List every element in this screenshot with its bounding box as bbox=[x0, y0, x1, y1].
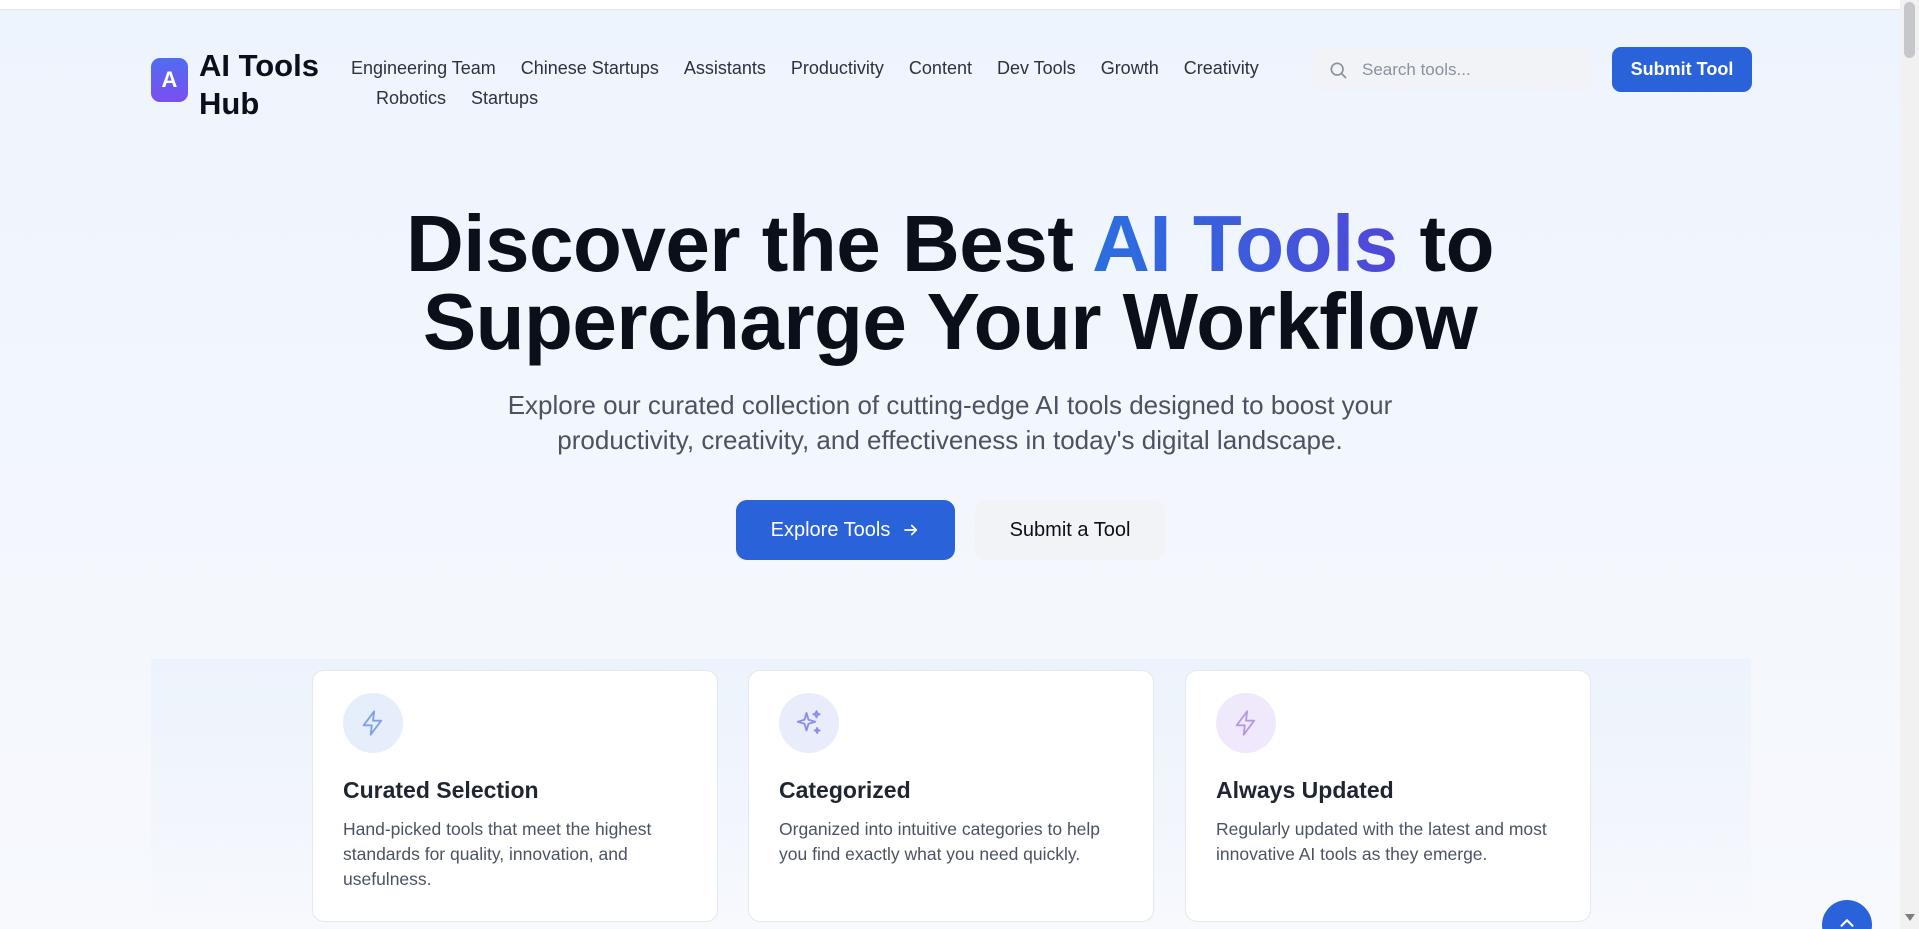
nav-link-chinese-startups[interactable]: Chinese Startups bbox=[521, 58, 659, 79]
nav-link-creativity[interactable]: Creativity bbox=[1184, 58, 1259, 79]
logo-text: AI Tools Hub bbox=[199, 48, 319, 121]
nav-link-dev-tools[interactable]: Dev Tools bbox=[997, 58, 1076, 79]
submit-a-tool-button[interactable]: Submit a Tool bbox=[975, 500, 1165, 560]
search-box[interactable] bbox=[1313, 48, 1591, 91]
arrow-right-icon bbox=[904, 524, 918, 536]
hero-title: Discover the Best AI Tools to Supercharg… bbox=[0, 204, 1900, 362]
nav-link-engineering-team[interactable]: Engineering Team bbox=[351, 58, 496, 79]
search-input[interactable] bbox=[1362, 59, 1582, 80]
feature-card-updated: Always Updated Regularly updated with th… bbox=[1185, 670, 1591, 922]
feature-text: Organized into intuitive categories to h… bbox=[779, 819, 1101, 864]
feature-title: Curated Selection bbox=[343, 777, 539, 803]
main-nav: Engineering Team Chinese Startups Assist… bbox=[351, 53, 1311, 113]
nav-link-productivity[interactable]: Productivity bbox=[791, 58, 884, 79]
logo-badge-icon: A bbox=[151, 58, 188, 102]
feature-title: Categorized bbox=[779, 777, 911, 803]
browser-top-edge bbox=[0, 0, 1900, 10]
scroll-down-arrow-icon[interactable] bbox=[1905, 914, 1915, 921]
submit-tool-button[interactable]: Submit Tool bbox=[1612, 47, 1752, 92]
nav-link-startups[interactable]: Startups bbox=[471, 88, 538, 109]
explore-tools-label: Explore Tools bbox=[770, 518, 891, 541]
nav-row-secondary: Robotics Startups bbox=[376, 83, 1311, 113]
feature-text: Hand-picked tools that meet the highest … bbox=[343, 819, 652, 889]
hero-title-part2: to bbox=[1397, 199, 1494, 288]
page-scrollbar[interactable] bbox=[1900, 0, 1919, 929]
chevron-up-icon bbox=[1840, 919, 1854, 927]
site-logo[interactable]: A AI Tools Hub bbox=[151, 47, 329, 123]
nav-row-primary: Engineering Team Chinese Startups Assist… bbox=[351, 53, 1311, 83]
scroll-to-top-button[interactable] bbox=[1822, 900, 1872, 929]
search-icon bbox=[1330, 62, 1347, 78]
site-header: A AI Tools Hub Engineering Team Chinese … bbox=[0, 10, 1900, 130]
feature-text: Regularly updated with the latest and mo… bbox=[1216, 819, 1547, 864]
scrollbar-thumb[interactable] bbox=[1904, 2, 1915, 58]
hero-subtitle: Explore our curated collection of cuttin… bbox=[507, 390, 1393, 455]
lightning-icon bbox=[343, 693, 403, 753]
hero-title-part1: Discover the Best bbox=[406, 199, 1093, 288]
hero-title-accent: AI Tools bbox=[1092, 199, 1398, 288]
hero-title-line2: Supercharge Your Workflow bbox=[422, 277, 1478, 366]
feature-card-curated: Curated Selection Hand-picked tools that… bbox=[312, 670, 718, 922]
nav-link-assistants[interactable]: Assistants bbox=[684, 58, 766, 79]
feature-card-categorized: Categorized Organized into intuitive cat… bbox=[748, 670, 1154, 922]
explore-tools-button[interactable]: Explore Tools bbox=[736, 500, 955, 560]
nav-link-content[interactable]: Content bbox=[909, 58, 972, 79]
nav-link-robotics[interactable]: Robotics bbox=[376, 88, 446, 109]
feature-title: Always Updated bbox=[1216, 777, 1394, 803]
lightning-icon bbox=[1216, 693, 1276, 753]
sparkles-icon bbox=[779, 693, 839, 753]
nav-link-growth[interactable]: Growth bbox=[1101, 58, 1159, 79]
